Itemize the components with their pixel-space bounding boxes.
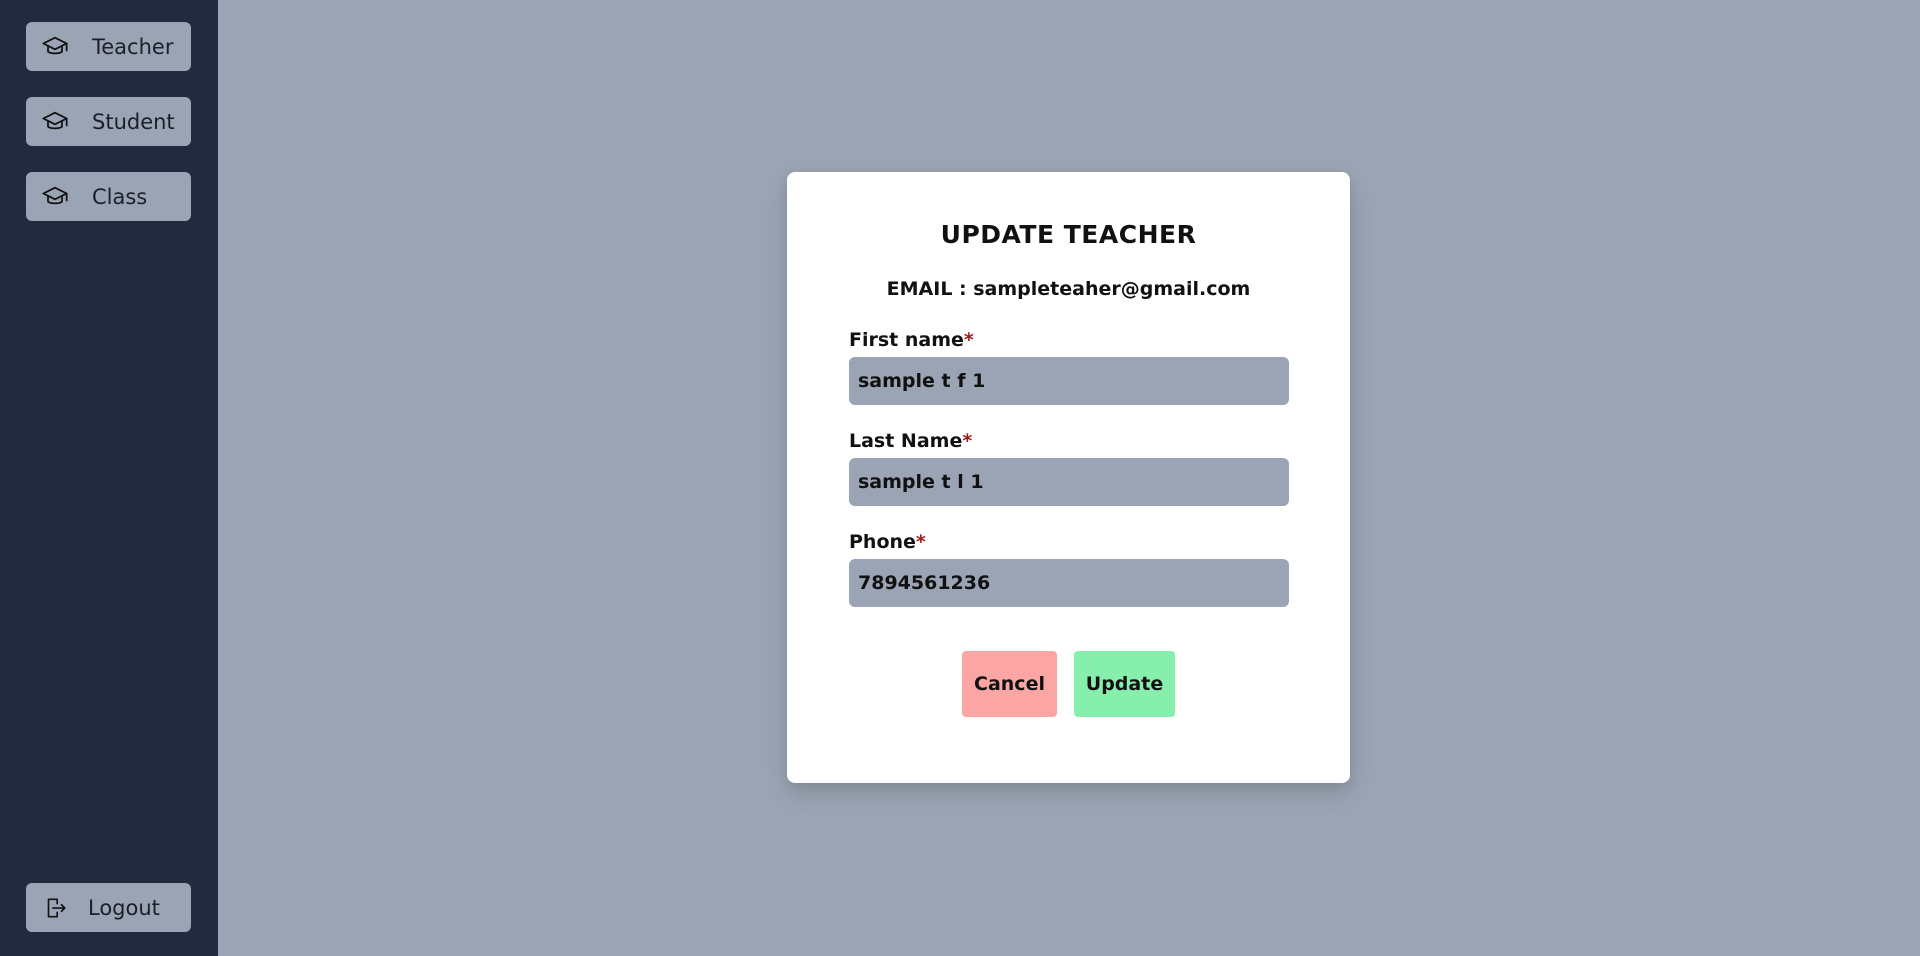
last-name-input[interactable] xyxy=(849,458,1289,506)
graduation-cap-icon xyxy=(40,182,70,212)
logout-button[interactable]: Logout xyxy=(26,883,191,932)
sidebar-item-class[interactable]: Class xyxy=(26,172,191,221)
last-name-label: Last Name * xyxy=(849,430,973,452)
sidebar-item-label: Student xyxy=(92,109,175,134)
sidebar-item-teacher[interactable]: Teacher xyxy=(26,22,191,71)
sidebar-item-label: Teacher xyxy=(92,34,174,59)
logout-icon xyxy=(40,893,70,923)
phone-input[interactable] xyxy=(849,559,1289,607)
update-button[interactable]: Update xyxy=(1074,651,1175,717)
cancel-button[interactable]: Cancel xyxy=(962,651,1057,717)
dialog-title: UPDATE TEACHER xyxy=(940,220,1197,249)
graduation-cap-icon xyxy=(40,107,70,137)
required-mark: * xyxy=(963,329,974,351)
graduation-cap-icon xyxy=(40,32,70,62)
last-name-field: Last Name * xyxy=(849,428,1289,506)
required-mark: * xyxy=(915,531,926,553)
logout-label: Logout xyxy=(88,895,160,920)
update-teacher-dialog: UPDATE TEACHER EMAIL : sampleteaher@gmai… xyxy=(787,172,1350,783)
first-name-field: First name * xyxy=(849,327,1289,405)
sidebar-item-student[interactable]: Student xyxy=(26,97,191,146)
required-mark: * xyxy=(962,430,973,452)
email-display: EMAIL : sampleteaher@gmail.com xyxy=(886,278,1251,300)
sidebar: Teacher Student Class Logout xyxy=(0,0,218,956)
first-name-input[interactable] xyxy=(849,357,1289,405)
sidebar-item-label: Class xyxy=(92,184,148,209)
first-name-label: First name * xyxy=(849,329,974,351)
phone-label: Phone * xyxy=(849,531,926,553)
phone-field: Phone * xyxy=(849,529,1289,607)
